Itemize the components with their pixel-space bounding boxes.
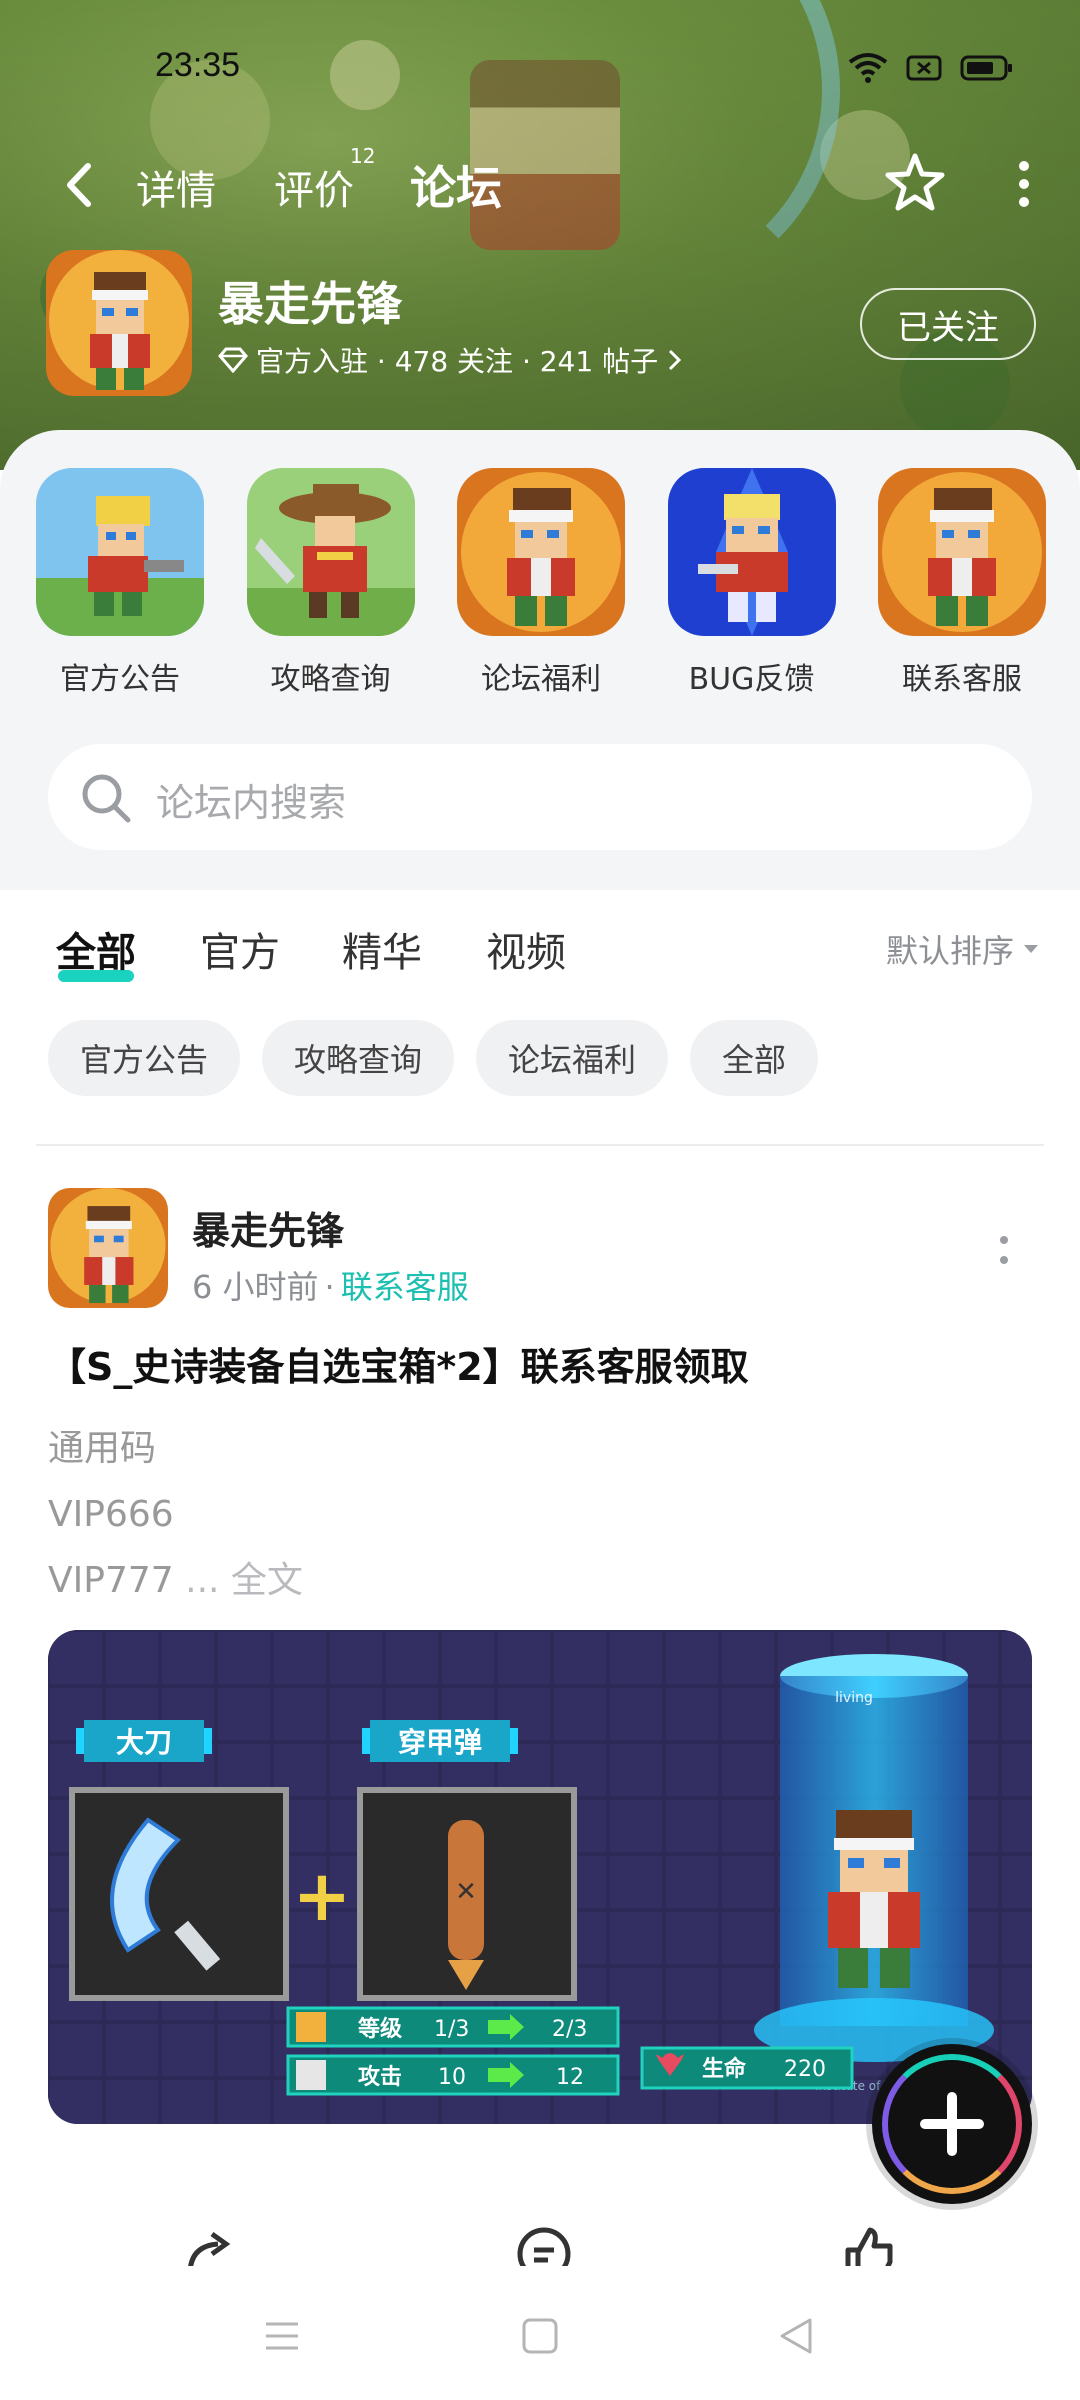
stat-to: 2/3 (552, 2017, 587, 2042)
shortcut-label: BUG反馈 (688, 662, 815, 697)
sort-dropdown[interactable]: 默认排序 (886, 926, 1040, 972)
battery-icon (960, 55, 1012, 81)
benefits-icon (457, 468, 625, 636)
guide-icon (246, 468, 415, 636)
search-icon (82, 774, 131, 823)
capsule-text: living (835, 1690, 873, 1706)
tab-details[interactable]: 详情 (136, 158, 216, 216)
shortcut-label: 攻略查询 (270, 662, 391, 697)
avatar[interactable] (48, 1188, 168, 1308)
announcement-icon (36, 468, 204, 636)
bug-report-icon (667, 468, 836, 636)
sort-label: 默认排序 (885, 932, 1014, 970)
back-icon[interactable] (776, 2316, 816, 2356)
read-more-link[interactable]: 全文 (231, 1560, 303, 1601)
post-more-icon[interactable] (998, 1232, 1010, 1272)
reviews-count-badge: 12 (350, 144, 376, 168)
post-action-bar (0, 2226, 1080, 2266)
post-category[interactable]: 联系客服 (341, 1268, 469, 1306)
status-time: 23:35 (155, 46, 241, 84)
caret-down-icon (1024, 945, 1038, 953)
meta-separator: · (324, 1268, 335, 1306)
weapon-label-left: 大刀 (116, 1726, 172, 1759)
comment-icon (517, 2227, 571, 2266)
shortcut-label: 论坛福利 (481, 662, 601, 697)
shortcut-bug-report[interactable]: BUG反馈 (667, 468, 836, 698)
follow-button[interactable]: 已关注 (860, 288, 1036, 360)
post-title[interactable]: 【S_史诗装备自选宝箱*2】联系客服领取 (48, 1336, 749, 1391)
more-options-icon[interactable] (1014, 156, 1034, 212)
weapon-label-right: 穿甲弹 (398, 1726, 482, 1759)
chevron-right-icon (669, 349, 682, 371)
post-ellipsis: ... (185, 1560, 220, 1601)
customer-service-icon (878, 468, 1046, 636)
filter-tab-video[interactable]: 视频 (486, 920, 566, 978)
filter-tab-official[interactable]: 官方 (200, 920, 280, 978)
post-line: 通用码 (48, 1428, 157, 1469)
sim-icon (906, 55, 942, 81)
chip-forum-benefits[interactable]: 论坛福利 (476, 1020, 669, 1096)
filter-tabs: 全部 官方 精华 视频 默认排序 (0, 920, 1080, 990)
system-navigation-bar (0, 2300, 1080, 2380)
wifi-icon (848, 53, 888, 83)
game-title: 暴走先锋 (218, 277, 402, 331)
like-button[interactable] (840, 2226, 896, 2266)
stat-name: 等级 (358, 2016, 402, 2042)
chip-official-announcement[interactable]: 官方公告 (48, 1020, 241, 1096)
post-line-last: VIP777 ... 全文 (48, 1548, 303, 1614)
hp-value: 220 (784, 2057, 826, 2082)
favorite-star-icon[interactable] (882, 150, 948, 216)
shortcut-row: 官方公告 攻略查询 论坛福利 BUG反馈 联系客服 (36, 468, 1046, 698)
chip-all[interactable]: 全部 (690, 1020, 819, 1096)
shortcut-customer-service[interactable]: 联系客服 (878, 468, 1046, 698)
filter-tab-featured[interactable]: 精华 (342, 920, 422, 978)
stat-from: 1/3 (434, 2017, 469, 2042)
back-arrow-icon[interactable] (58, 160, 98, 210)
menu-icon[interactable] (262, 2316, 302, 2356)
stat-name: 攻击 (358, 2064, 402, 2090)
shortcut-forum-benefits[interactable]: 论坛福利 (457, 468, 625, 698)
search-placeholder: 论坛内搜索 (156, 781, 347, 825)
post-meta: 6 小时前 · 联系客服 (192, 1262, 469, 1308)
forum-panel: 官方公告 攻略查询 论坛福利 BUG反馈 联系客服 论坛内搜索 (0, 430, 1080, 890)
post-time: 6 小时前 (192, 1268, 319, 1306)
comment-button[interactable] (516, 2226, 572, 2266)
forum-search-bar[interactable]: 论坛内搜索 (48, 744, 1032, 850)
shortcut-strategy-guide[interactable]: 攻略查询 (246, 468, 415, 698)
post-body[interactable]: 通用码 VIP666 VIP777 ... 全文 (48, 1416, 303, 1614)
filter-tab-all[interactable]: 全部 (56, 920, 136, 982)
tab-reviews[interactable]: 评价 (274, 158, 354, 216)
chip-strategy-guide[interactable]: 攻略查询 (262, 1020, 455, 1096)
game-meta-text: 官方入驻 · 478 关注 · 241 帖子 (256, 345, 659, 378)
game-icon[interactable] (46, 250, 192, 396)
thumbs-up-icon (845, 2227, 893, 2266)
post-image[interactable]: 大刀 穿甲弹 + ✕ living Institute of Virology … (48, 1630, 1032, 2124)
game-info: 暴走先锋 官方入驻 · 478 关注 · 241 帖子 已关注 (46, 250, 1036, 400)
share-button[interactable] (182, 2226, 238, 2266)
game-stats[interactable]: 官方入驻 · 478 关注 · 241 帖子 (218, 340, 684, 380)
top-navigation: 详情 评价 12 论坛 (0, 144, 1080, 222)
stat-to: 12 (556, 2065, 584, 2090)
plus-sign: + (293, 1855, 352, 1937)
shortcut-label: 联系客服 (902, 662, 1022, 697)
status-bar: 23:35 (0, 46, 1080, 96)
shortcut-official-announcement[interactable]: 官方公告 (36, 468, 204, 698)
svg-text:✕: ✕ (455, 1877, 477, 1907)
home-icon[interactable] (520, 2316, 560, 2356)
share-icon (188, 2231, 231, 2266)
create-post-button[interactable] (872, 2044, 1032, 2204)
stat-from: 10 (438, 2065, 466, 2090)
post-line: VIP666 (48, 1494, 174, 1535)
post-line: VIP777 (48, 1560, 174, 1601)
shortcut-label: 官方公告 (60, 662, 180, 697)
post-author[interactable]: 暴走先锋 (192, 1200, 344, 1255)
divider (36, 1144, 1044, 1146)
tab-forum[interactable]: 论坛 (410, 152, 502, 222)
hp-label: 生命 (702, 2056, 747, 2082)
category-chips: 官方公告 攻略查询 论坛福利 全部 (48, 1020, 819, 1096)
diamond-icon (218, 347, 248, 373)
